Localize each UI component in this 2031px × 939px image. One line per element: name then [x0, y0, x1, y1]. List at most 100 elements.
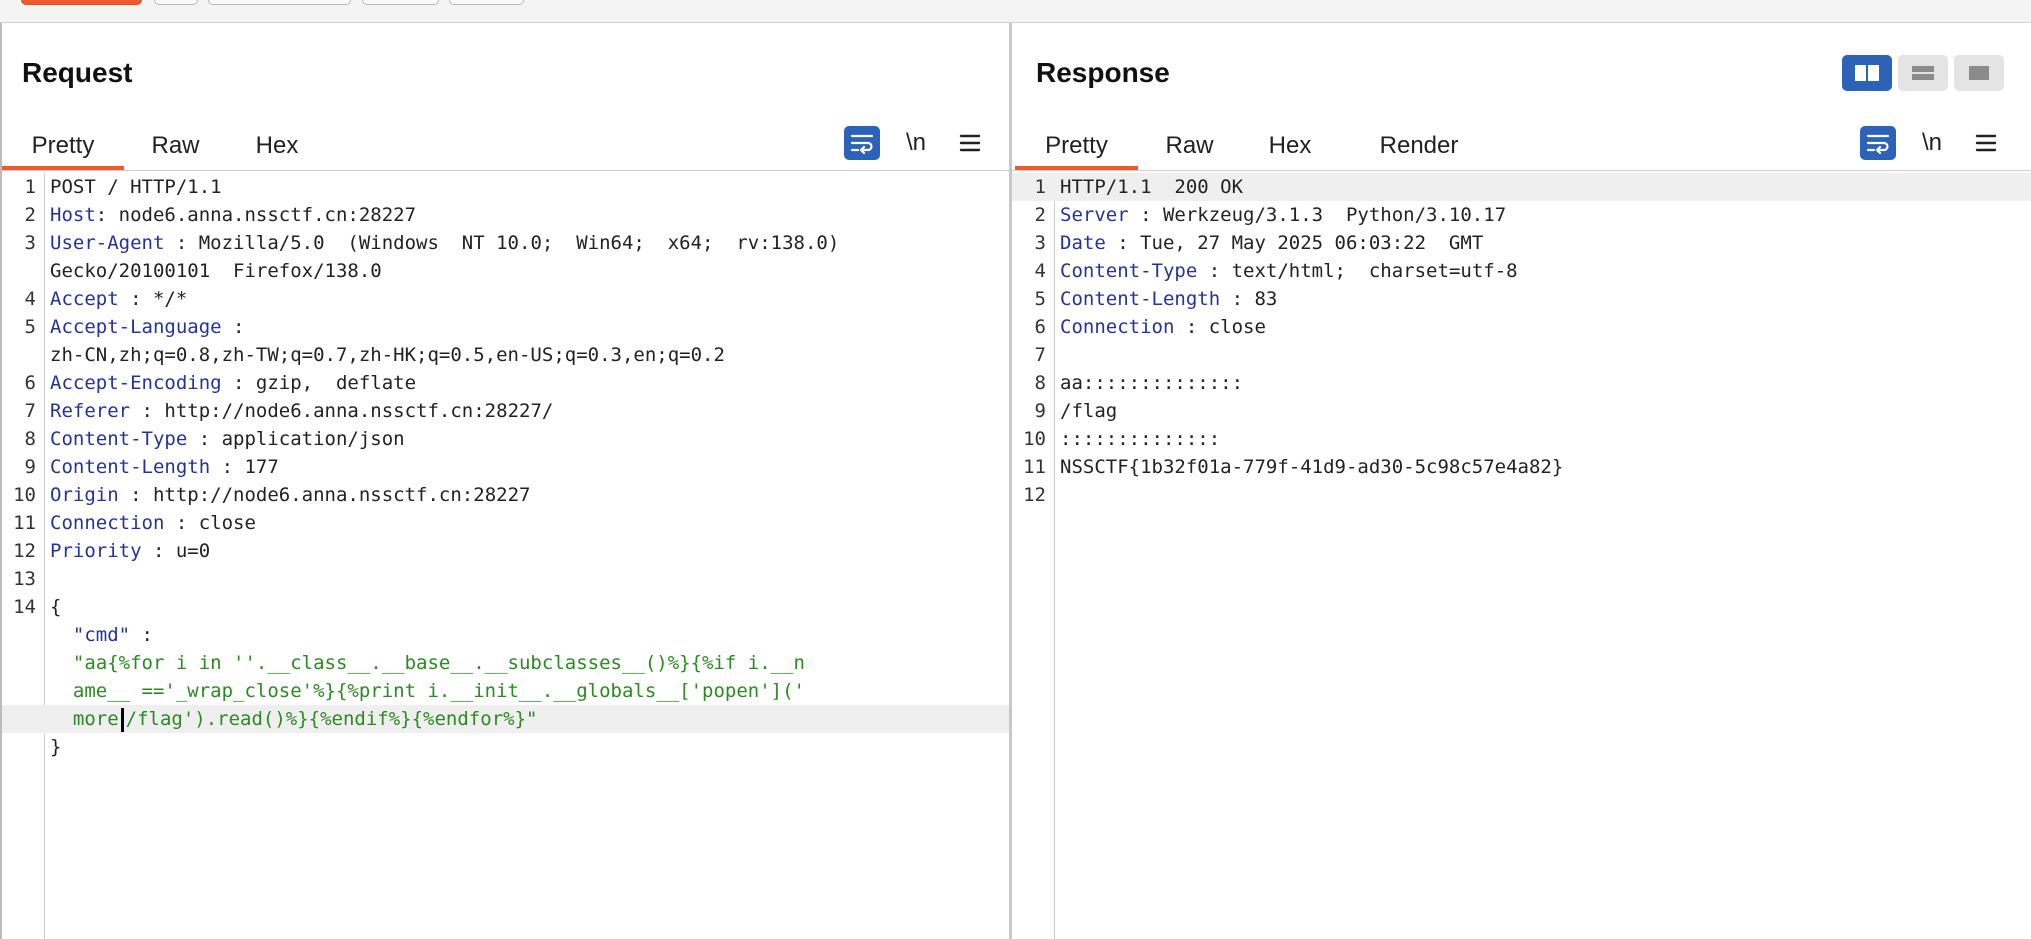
code-line: 14 {	[2, 593, 1009, 621]
code-token: : u=0	[141, 540, 211, 562]
toolbar-button-small[interactable]	[154, 0, 198, 5]
string-literal: ame__ =='_wrap_close'%}{%print i.__init_…	[50, 680, 805, 702]
response-title: Response	[1036, 57, 1170, 88]
code-text: Connection : close	[50, 509, 989, 537]
line-number: 10	[13, 484, 36, 506]
code-token: ::::::::::::::	[1060, 428, 1221, 450]
header-name: Referer	[50, 400, 131, 422]
toolbar-button[interactable]	[208, 0, 351, 5]
wrap-lines-icon[interactable]	[844, 126, 880, 160]
code-text: Connection : close	[1060, 313, 2011, 341]
header-name: Server	[1060, 204, 1129, 226]
code-token: POST / HTTP/1.1	[50, 176, 222, 198]
code-line: 8 Content-Type : application/json	[2, 425, 1009, 453]
code-token: : close	[164, 512, 256, 534]
line-number: 12	[13, 540, 36, 562]
split-horizontal-icon[interactable]	[1842, 55, 1892, 91]
response-editor[interactable]: 1 HTTP/1.1 200 OK 2 Server : Werkzeug/3.1.3…	[1012, 173, 2031, 939]
tab-divider	[1012, 170, 2031, 171]
tab-request-hex[interactable]: Hex	[237, 103, 317, 166]
code-text: Content-Length : 177	[50, 453, 989, 481]
code-token: : gzip, deflate	[221, 372, 417, 394]
code-token: zh-CN,zh;q=0.8,zh-TW;q=0.7,zh-HK;q=0.5,e…	[50, 344, 725, 366]
code-line: 6 Accept-Encoding : gzip, deflate	[2, 369, 1009, 397]
tab-response-raw[interactable]: Raw	[1146, 103, 1233, 166]
code-line: 6 Connection : close	[1012, 313, 2031, 341]
header-name: Accept-Encoding	[50, 372, 222, 394]
request-editor[interactable]: 1 POST / HTTP/1.1 2 Host: node6.anna.nssctf…	[2, 173, 1009, 939]
tab-request-pretty[interactable]: Pretty	[2, 103, 124, 170]
single-pane-icon[interactable]	[1954, 55, 2004, 91]
header-name: Content-Length	[1060, 288, 1221, 310]
tab-response-render[interactable]: Render	[1364, 103, 1474, 166]
code-text: Date : Tue, 27 May 2025 06:03:22 GMT	[1060, 229, 2011, 257]
tab-response-hex[interactable]: Hex	[1250, 103, 1330, 166]
toolbar-button[interactable]	[449, 0, 524, 5]
wrap-lines-icon[interactable]	[1860, 126, 1896, 160]
code-token: : application/json	[187, 428, 405, 450]
newline-toggle-icon[interactable]: \n	[898, 126, 934, 160]
code-line: 9/flag	[1012, 397, 2031, 425]
line-number: 9	[24, 456, 36, 478]
line-number: 4	[1034, 260, 1046, 282]
line-number: 6	[24, 372, 36, 394]
line-number: 10	[1023, 428, 1046, 450]
layout-switcher	[1842, 55, 2004, 91]
code-text: zh-CN,zh;q=0.8,zh-TW;q=0.7,zh-HK;q=0.5,e…	[50, 341, 989, 369]
code-token: : Tue, 27 May 2025 06:03:22 GMT	[1105, 232, 1484, 254]
header-name: Date	[1060, 232, 1106, 254]
split-vertical-icon[interactable]	[1898, 55, 1948, 91]
hamburger-menu-icon[interactable]	[1968, 126, 2004, 160]
code-text: ::::::::::::::	[1060, 425, 2011, 453]
request-pane: Request Pretty Raw Hex \n 1 POST / HTTP/1…	[0, 23, 1009, 939]
line-number: 13	[13, 568, 36, 590]
code-line: 1 POST / HTTP/1.1	[2, 173, 1009, 201]
code-line: 4 Accept : */*	[2, 285, 1009, 313]
code-line: 7 Referer : http://node6.anna.nssctf.cn:2…	[2, 397, 1009, 425]
header-name: Priority	[50, 540, 142, 562]
newline-toggle-icon[interactable]: \n	[1914, 126, 1950, 160]
code-line: 1 HTTP/1.1 200 OK	[1012, 173, 2031, 201]
hamburger-menu-icon[interactable]	[952, 126, 988, 160]
code-text: Referer : http://node6.anna.nssctf.cn:28…	[50, 397, 989, 425]
text-cursor	[120, 707, 124, 732]
code-token: : Werkzeug/3.1.3 Python/3.10.17	[1128, 204, 1507, 226]
code-token: : 83	[1220, 288, 1278, 310]
header-name: Content-Type	[50, 428, 188, 450]
header-name: Connection	[50, 512, 165, 534]
line-number: 8	[1034, 372, 1046, 394]
code-line: 12 Priority : u=0	[2, 537, 1009, 565]
code-line: 13	[2, 565, 1009, 593]
line-number: 2	[1034, 204, 1046, 226]
line-number: 7	[1034, 344, 1046, 366]
code-text: aa::::::::::::::	[1060, 369, 2011, 397]
code-line: 8 aa::::::::::::::	[1012, 369, 2031, 397]
code-text: Accept-Language :	[50, 313, 989, 341]
code-token: :	[130, 624, 153, 646]
code-line: 12	[1012, 481, 2031, 509]
code-line: 3 User-Agent : Mozilla/5.0 (Windows NT 10…	[2, 229, 1009, 257]
code-text: Content-Type : text/html; charset=utf-8	[1060, 257, 2011, 285]
code-token: aa::::::::::::::	[1060, 372, 1244, 394]
line-number: 3	[24, 232, 36, 254]
code-text: Accept : */*	[50, 285, 989, 313]
code-line: 7	[1012, 341, 2031, 369]
code-line: 2 Host: node6.anna.nssctf.cn:28227	[2, 201, 1009, 229]
line-number: 11	[13, 512, 36, 534]
code-line: 4 Content-Type : text/html; charset=utf-8	[1012, 257, 2031, 285]
tab-request-raw[interactable]: Raw	[132, 103, 219, 166]
line-number: 6	[1034, 316, 1046, 338]
header-name: Host	[50, 204, 96, 226]
toolbar-button[interactable]	[362, 0, 439, 5]
code-token: Gecko/20100101 Firefox/138.0	[50, 260, 382, 282]
code-text: Server : Werkzeug/3.1.3 Python/3.10.17	[1060, 201, 2011, 229]
code-text: Priority : u=0	[50, 537, 989, 565]
line-number: 1	[1034, 176, 1046, 198]
code-line: }	[2, 733, 1009, 761]
code-token: : http://node6.anna.nssctf.cn:28227/	[130, 400, 554, 422]
code-text: {	[50, 593, 989, 621]
tab-response-pretty[interactable]: Pretty	[1015, 103, 1138, 170]
code-line: 11 Connection : close	[2, 509, 1009, 537]
send-button[interactable]	[21, 0, 142, 5]
code-text: Gecko/20100101 Firefox/138.0	[50, 257, 989, 285]
